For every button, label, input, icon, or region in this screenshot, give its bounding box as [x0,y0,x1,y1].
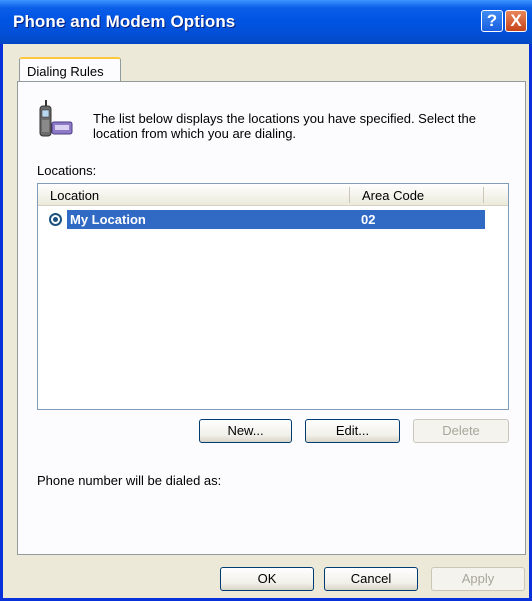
column-divider[interactable] [483,187,484,203]
ok-button[interactable]: OK [220,567,314,591]
edit-button[interactable]: Edit... [305,419,400,443]
cancel-button[interactable]: Cancel [324,567,418,591]
help-button[interactable]: ? [481,10,503,32]
delete-button[interactable]: Delete [413,419,509,443]
column-header-area-code[interactable]: Area Code [362,188,424,203]
new-button[interactable]: New... [199,419,292,443]
radio-selected-dot [53,217,58,222]
area-code-cell: 02 [361,212,376,227]
column-divider[interactable] [349,187,350,203]
phone-handset-icon [39,100,73,137]
location-radio[interactable] [49,213,62,226]
location-name-cell: My Location [70,212,146,227]
window-title: Phone and Modem Options [13,12,236,31]
title-bar[interactable]: Phone and Modem Options ? X [0,0,532,44]
close-button[interactable]: X [505,10,527,32]
table-row[interactable]: My Location 02 [67,210,485,229]
description-text: The list below displays the locations yo… [93,111,476,141]
list-header: Location Area Code [38,184,508,206]
locations-list[interactable]: Location Area Code My Location 02 [37,183,509,410]
tab-dialing-rules[interactable]: Dialing Rules [19,57,121,82]
dialed-as-label: Phone number will be dialed as: [37,473,222,488]
locations-label: Locations: [37,163,97,178]
apply-button[interactable]: Apply [431,567,525,591]
column-header-location[interactable]: Location [50,188,99,203]
